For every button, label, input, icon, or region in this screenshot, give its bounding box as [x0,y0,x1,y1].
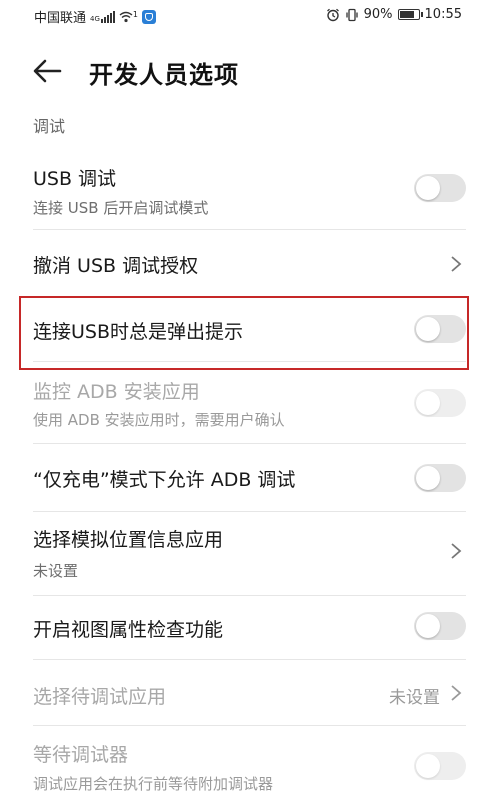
status-right: 90% 10:55 [326,7,462,22]
network-type: 4G [90,14,100,23]
row-title: 选择待调试应用 [33,686,167,708]
section-label: 调试 [33,117,66,136]
wifi-icon: 1 [119,9,138,23]
row-view-attribute-inspection[interactable]: 开启视图属性检查功能 [0,596,480,660]
signal-icon: 4G [90,10,115,23]
row-subtitle: 未设置 [33,562,79,580]
toggle-knob [416,317,440,341]
vibrate-icon [345,8,358,21]
view-attribute-inspection-toggle[interactable] [414,612,466,640]
toggle-knob [416,176,440,200]
row-title: 选择模拟位置信息应用 [33,529,224,551]
toggle-knob [416,754,440,778]
page-title: 开发人员选项 [89,61,239,89]
clock: 10:55 [424,7,462,22]
toggle-knob [416,614,440,638]
wait-for-debugger-toggle[interactable] [414,752,466,780]
row-verify-adb-install[interactable]: 监控 ADB 安装应用 使用 ADB 安装应用时，需要用户确认 [0,362,480,444]
row-wait-for-debugger[interactable]: 等待调试器 调试应用会在执行前等待附加调试器 [0,726,480,807]
row-usb-connect-prompt[interactable]: 连接USB时总是弹出提示 [0,298,480,362]
verify-adb-install-toggle[interactable] [414,389,466,417]
battery-percent: 90% [363,7,393,22]
usb-debugging-toggle[interactable] [414,174,466,202]
row-title: 撤消 USB 调试授权 [33,255,199,277]
chevron-right-icon [451,256,462,272]
row-value: 未设置 [389,688,440,708]
toggle-knob [416,466,440,490]
charge-only-adb-toggle[interactable] [414,464,466,492]
row-title: 等待调试器 [33,744,129,766]
carrier-name: 中国联通 [34,11,87,26]
row-title: 连接USB时总是弹出提示 [33,321,244,343]
row-subtitle: 连接 USB 后开启调试模式 [33,199,209,217]
status-bar: 中国联通 4G 1 90% 10:55 [0,0,480,32]
row-subtitle: 调试应用会在执行前等待附加调试器 [33,775,274,793]
alarm-icon [326,8,339,21]
app-header: 开发人员选项 [0,40,480,104]
row-mock-location-app[interactable]: 选择模拟位置信息应用 未设置 [0,512,480,596]
row-charge-only-adb[interactable]: “仅充电”模式下允许 ADB 调试 [0,444,480,512]
status-left: 中国联通 4G 1 [34,7,156,26]
battery-icon [397,9,423,20]
row-subtitle: 使用 ADB 安装应用时，需要用户确认 [33,411,285,429]
arrow-left-icon[interactable] [30,54,64,88]
row-title: “仅充电”模式下允许 ADB 调试 [33,469,296,491]
row-title: 监控 ADB 安装应用 [33,381,200,403]
toggle-knob [416,391,440,415]
wifi-badge: 1 [132,9,138,19]
row-revoke-usb-auth[interactable]: 撤消 USB 调试授权 [0,230,480,298]
row-usb-debugging[interactable]: USB 调试 连接 USB 后开启调试模式 [0,150,480,230]
usb-connect-prompt-toggle[interactable] [414,315,466,343]
shield-app-icon [142,9,156,24]
row-title: USB 调试 [33,168,117,190]
row-select-debug-app[interactable]: 选择待调试应用 未设置 [0,660,480,726]
chevron-right-icon [451,543,462,559]
row-title: 开启视图属性检查功能 [33,619,224,641]
chevron-right-icon [451,685,462,701]
